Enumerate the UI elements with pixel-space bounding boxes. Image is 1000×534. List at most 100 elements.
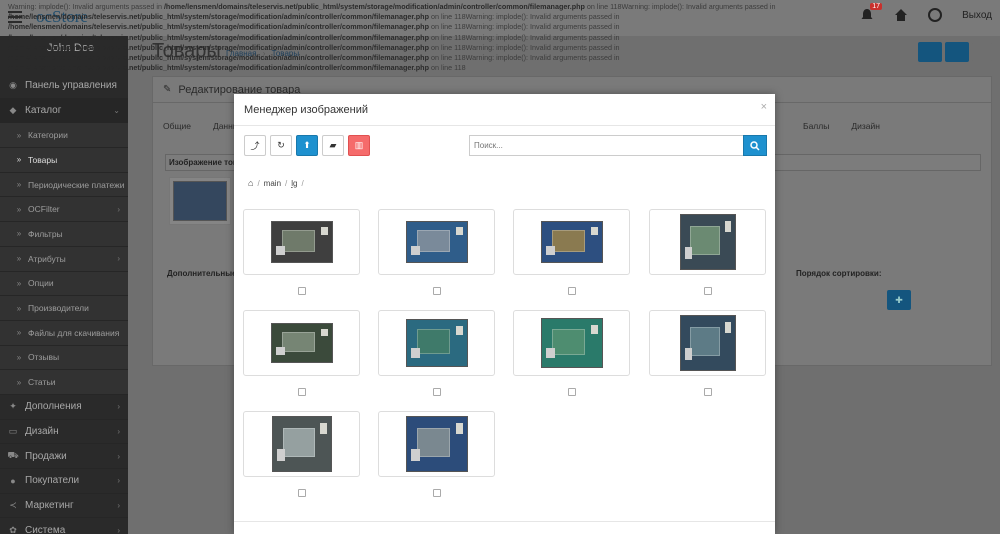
- image-thumbnail[interactable]: [649, 209, 766, 275]
- sidebar-item[interactable]: » Статьи: [0, 370, 128, 395]
- sidebar-item-label: Панель управления: [25, 80, 117, 92]
- image-thumbnail[interactable]: [243, 411, 360, 477]
- image-thumbnail[interactable]: [243, 209, 360, 275]
- image-item: [243, 209, 360, 295]
- search-button[interactable]: [743, 135, 767, 156]
- image-select-checkbox[interactable]: [297, 388, 306, 396]
- modal-footer-divider: [234, 521, 775, 522]
- delete-button[interactable]: ▥: [348, 135, 370, 156]
- sidebar-item-label: Категории: [28, 130, 68, 141]
- upload-icon: ⬆: [303, 140, 311, 150]
- image-thumbnail[interactable]: [378, 310, 495, 376]
- image-thumbnail[interactable]: [378, 209, 495, 275]
- sidebar-item[interactable]: » Атрибуты ›: [0, 246, 128, 272]
- sidebar-item[interactable]: ⛟ Продажи ›: [0, 444, 128, 469]
- warning-line: Warning: implode(): Invalid arguments pa…: [8, 2, 622, 11]
- directory-path: ⌂ / main / lg /: [248, 178, 304, 188]
- image-select-checkbox[interactable]: [703, 388, 712, 396]
- sidebar-item[interactable]: ✦ Дополнения ›: [0, 395, 128, 420]
- image-thumbnail[interactable]: [378, 411, 495, 477]
- sidebar-menu: ◉ Панель управления ◆ Каталог ⌄ » Категории » То…: [0, 74, 128, 534]
- image-select-checkbox[interactable]: [567, 287, 576, 295]
- sidebar-item[interactable]: » Периодические платежи: [0, 172, 128, 198]
- product-image-thumb[interactable]: [169, 177, 231, 225]
- image-item: [243, 310, 360, 396]
- sidebar-item[interactable]: ▭ Дизайн ›: [0, 420, 128, 445]
- sidebar-item[interactable]: ◆ Каталог ⌄: [0, 98, 128, 124]
- chevron-icon: ›: [117, 476, 120, 486]
- sidebar-item[interactable]: ◉ Панель управления: [0, 74, 128, 99]
- image-thumbnail[interactable]: [513, 310, 630, 376]
- sidebar-item-label: Товары: [28, 154, 58, 165]
- sidebar-item-label: Опции: [28, 278, 54, 289]
- tab-points[interactable]: Баллы: [803, 121, 829, 131]
- home-icon[interactable]: ⌂: [248, 178, 253, 188]
- image-item: [513, 310, 630, 396]
- upload-button[interactable]: ⬆: [296, 135, 318, 156]
- sidebar-item[interactable]: » Отзывы: [0, 345, 128, 371]
- chevron-right-icon: »: [16, 229, 22, 239]
- chevron-icon: ›: [117, 451, 120, 461]
- modal-header: Менеджер изображений ×: [234, 94, 775, 126]
- chevron-right-icon: »: [16, 303, 22, 313]
- circuit-board-image: [405, 416, 468, 472]
- sidebar-item[interactable]: » Производители: [0, 296, 128, 321]
- close-icon[interactable]: ×: [761, 101, 767, 113]
- share-icon: ≺: [9, 500, 17, 511]
- refresh-button[interactable]: ↻: [270, 135, 292, 156]
- image-select-checkbox[interactable]: [297, 489, 306, 497]
- cart-icon: ⛟: [7, 450, 19, 461]
- search-input[interactable]: [469, 135, 743, 156]
- image-item: [378, 310, 495, 396]
- sidebar-item-label: Дизайн: [25, 425, 59, 437]
- image-select-checkbox[interactable]: [567, 388, 576, 396]
- image-item: [513, 209, 630, 295]
- sidebar-item-label: Отзывы: [28, 352, 60, 363]
- sidebar-item-label: OCFilter: [28, 204, 60, 215]
- image-select-checkbox[interactable]: [703, 287, 712, 295]
- path-segment-lg[interactable]: lg: [291, 179, 297, 188]
- chevron-right-icon: »: [16, 130, 22, 140]
- circuit-board-image: [271, 416, 332, 472]
- new-folder-button[interactable]: ▰: [322, 135, 344, 156]
- path-segment-main[interactable]: main: [264, 179, 281, 188]
- image-select-checkbox[interactable]: [432, 388, 441, 396]
- sidebar-item[interactable]: » Фильтры: [0, 222, 128, 247]
- sidebar-item[interactable]: » Категории: [0, 123, 128, 149]
- chevron-icon: ›: [117, 525, 120, 534]
- search-box: [469, 135, 767, 156]
- sidebar-item[interactable]: » Опции: [0, 271, 128, 297]
- sidebar-item[interactable]: ✿ Система ›: [0, 518, 128, 534]
- sidebar-item[interactable]: ≺ Маркетинг ›: [0, 494, 128, 519]
- image-thumbnail[interactable]: [243, 310, 360, 376]
- image-select-checkbox[interactable]: [432, 287, 441, 295]
- chevron-icon: ›: [117, 402, 120, 412]
- sidebar-item[interactable]: » OCFilter ›: [0, 197, 128, 223]
- image-select-checkbox[interactable]: [432, 489, 441, 497]
- image-item: [649, 310, 766, 396]
- sidebar-item-label: Дополнения: [25, 401, 82, 413]
- image-thumbnail[interactable]: [649, 310, 766, 376]
- chevron-icon: ›: [117, 254, 120, 264]
- image-select-checkbox[interactable]: [297, 287, 306, 295]
- image-thumbnail[interactable]: [513, 209, 630, 275]
- modal-toolbar: ⤴ ↻ ⬆ ▰ ▥: [244, 135, 370, 156]
- plus-icon: ✚: [895, 294, 903, 305]
- sidebar-item[interactable]: ● Покупатели ›: [0, 469, 128, 494]
- tab-design[interactable]: Дизайн: [851, 121, 880, 131]
- level-up-icon: ⤴: [250, 141, 260, 151]
- monitor-icon: ▭: [8, 425, 18, 436]
- image-item: [378, 411, 495, 497]
- chevron-right-icon: »: [16, 180, 22, 190]
- chevron-right-icon: »: [16, 254, 22, 264]
- parent-folder-button[interactable]: ⤴: [244, 135, 266, 156]
- sidebar-item-label: Файлы для скачивания: [28, 327, 120, 338]
- sidebar-item[interactable]: » Товары: [0, 148, 128, 173]
- sidebar-item[interactable]: » Файлы для скачивания: [0, 320, 128, 346]
- chevron-right-icon: »: [16, 204, 22, 214]
- image-item: [649, 209, 766, 295]
- add-image-button[interactable]: ✚: [887, 290, 911, 310]
- chevron-right-icon: »: [16, 328, 22, 338]
- circuit-board-image: [405, 221, 468, 263]
- tab-general[interactable]: Общие: [163, 121, 191, 131]
